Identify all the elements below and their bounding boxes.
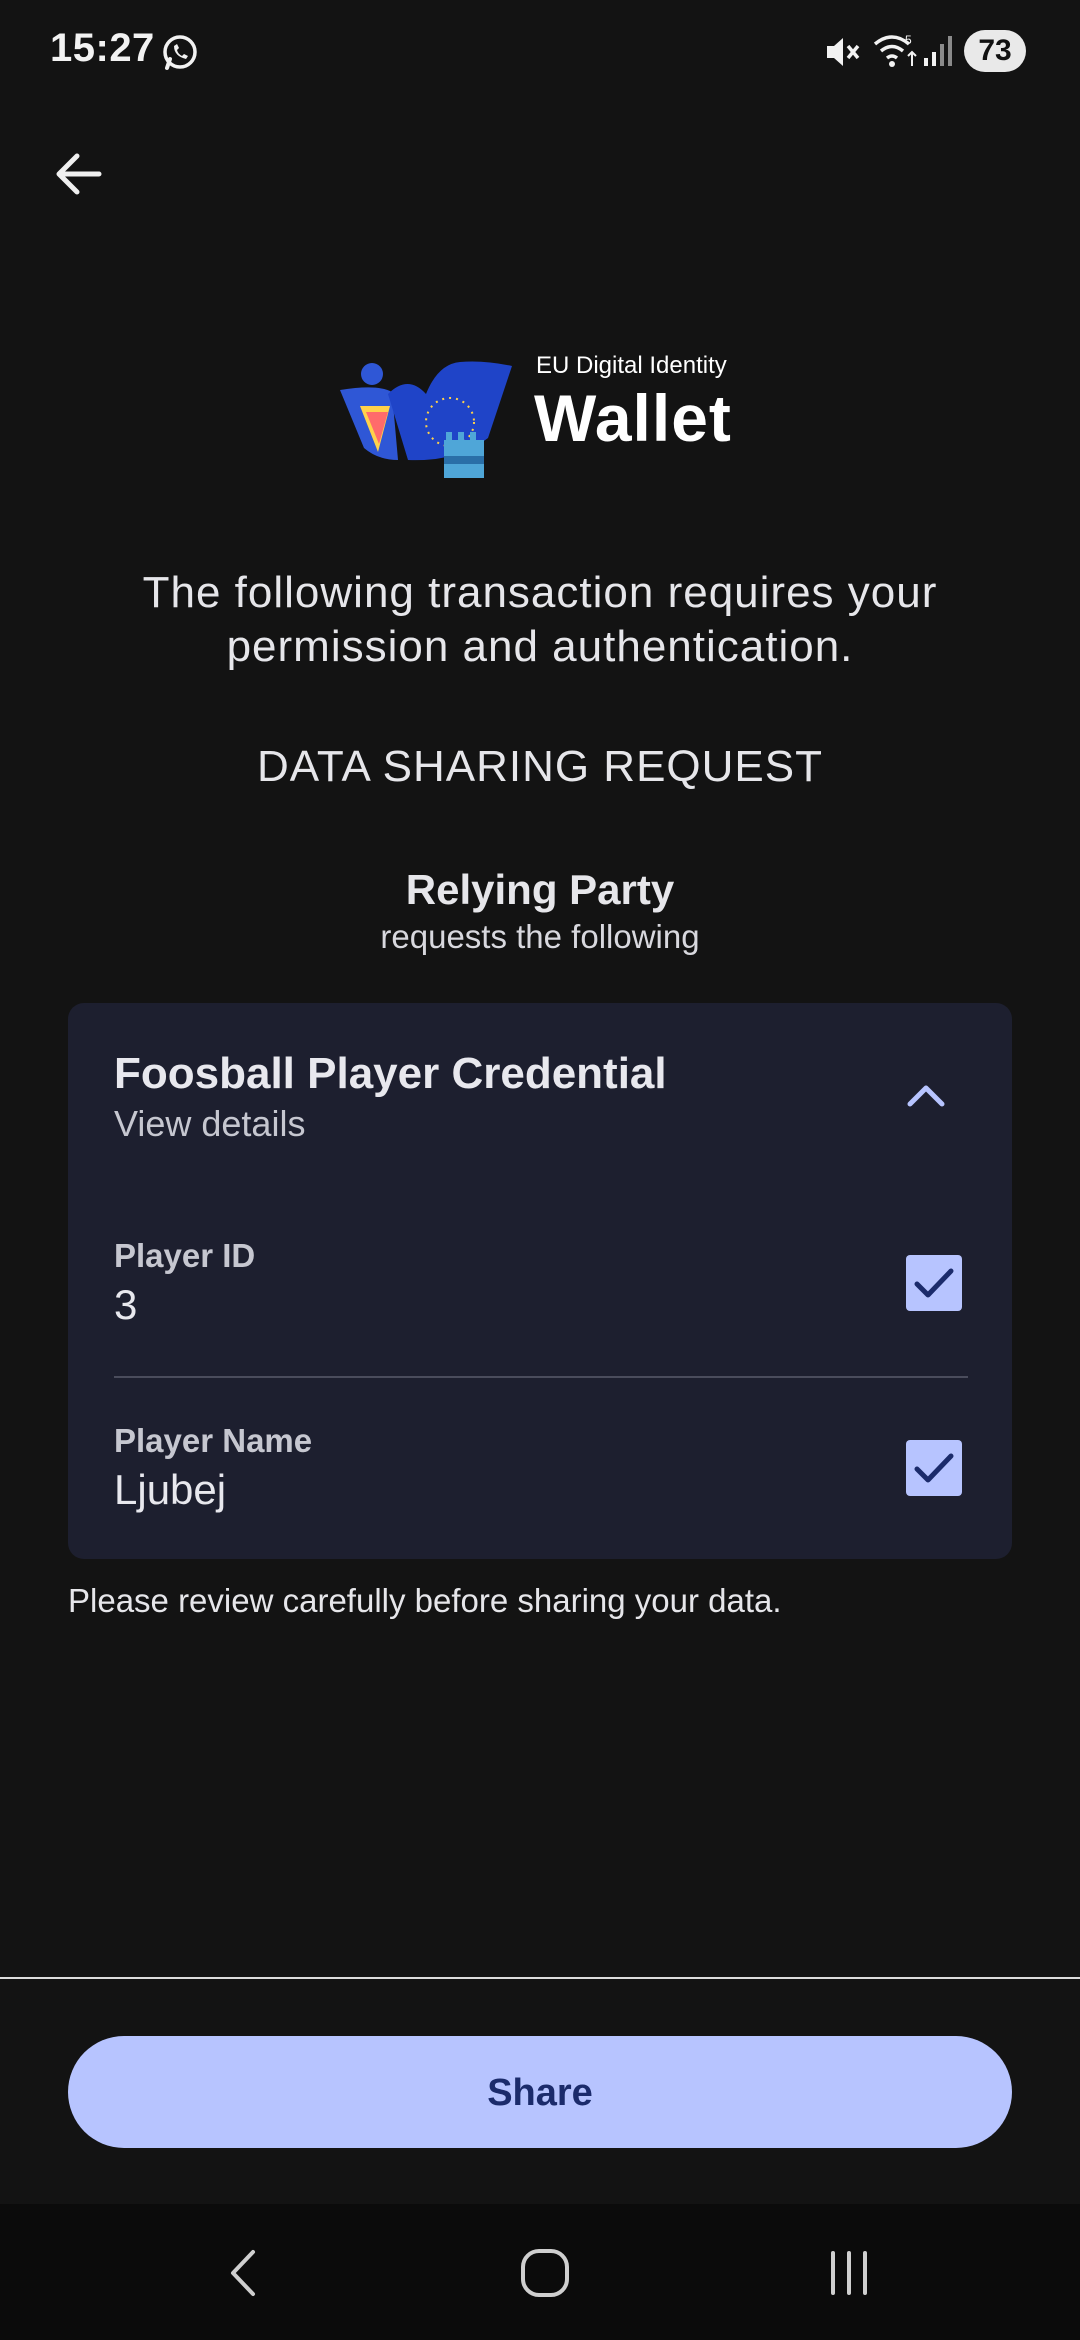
svg-text:5: 5 [905,33,912,47]
review-note: Please review carefully before sharing y… [68,1582,782,1619]
share-button[interactable]: Share [68,2036,1012,2148]
bottom-divider [0,1977,1080,1979]
status-bar: 15:27 5 73 [0,0,1080,100]
back-icon [231,2250,255,2296]
view-details-link[interactable]: View details [114,1103,305,1145]
check-icon [914,1453,954,1483]
home-icon [521,2249,569,2297]
credential-title: Foosball Player Credential [114,1049,667,1098]
eudi-wallet-logo: EU Digital Identity Wallet [338,352,748,482]
section-title: DATA SHARING REQUEST [256,742,823,791]
field-label-player-name: Player Name [114,1422,313,1459]
relying-party-subtitle: requests the following [380,918,700,955]
field-value-player-id: 3 [114,1281,138,1328]
arrow-left-icon [56,153,102,195]
check-icon [914,1268,954,1298]
credential-card: Foosball Player Credential View details … [68,1003,1012,1559]
checkbox-player-name[interactable] [906,1440,962,1496]
logo-eyebrow: EU Digital Identity [536,352,727,379]
battery-icon: 73 [964,30,1026,72]
chevron-up-icon [907,1085,945,1107]
collapse-button[interactable] [898,1067,954,1123]
recents-icon [831,2251,867,2295]
field-label-player-id: Player ID [114,1237,256,1274]
field-divider [114,1376,968,1378]
back-button[interactable] [46,142,110,206]
mute-icon [827,38,860,66]
field-value-player-name: Ljubej [114,1466,227,1513]
status-time: 15:27 [50,26,155,70]
whatsapp-icon [163,35,197,70]
nav-home-button[interactable] [510,2238,580,2308]
wifi-icon: 5 [873,33,917,67]
nav-recents-button[interactable] [814,2238,884,2308]
system-nav-bar [0,2204,1080,2340]
relying-party-name: Relying Party [405,866,675,913]
logo-title: Wallet [534,381,732,455]
nav-back-button[interactable] [208,2238,278,2308]
intro-text: The following transaction requires your … [142,568,938,671]
wallet-logo-icon [340,361,512,478]
signal-icon [924,36,952,66]
checkbox-player-id[interactable] [906,1255,962,1311]
